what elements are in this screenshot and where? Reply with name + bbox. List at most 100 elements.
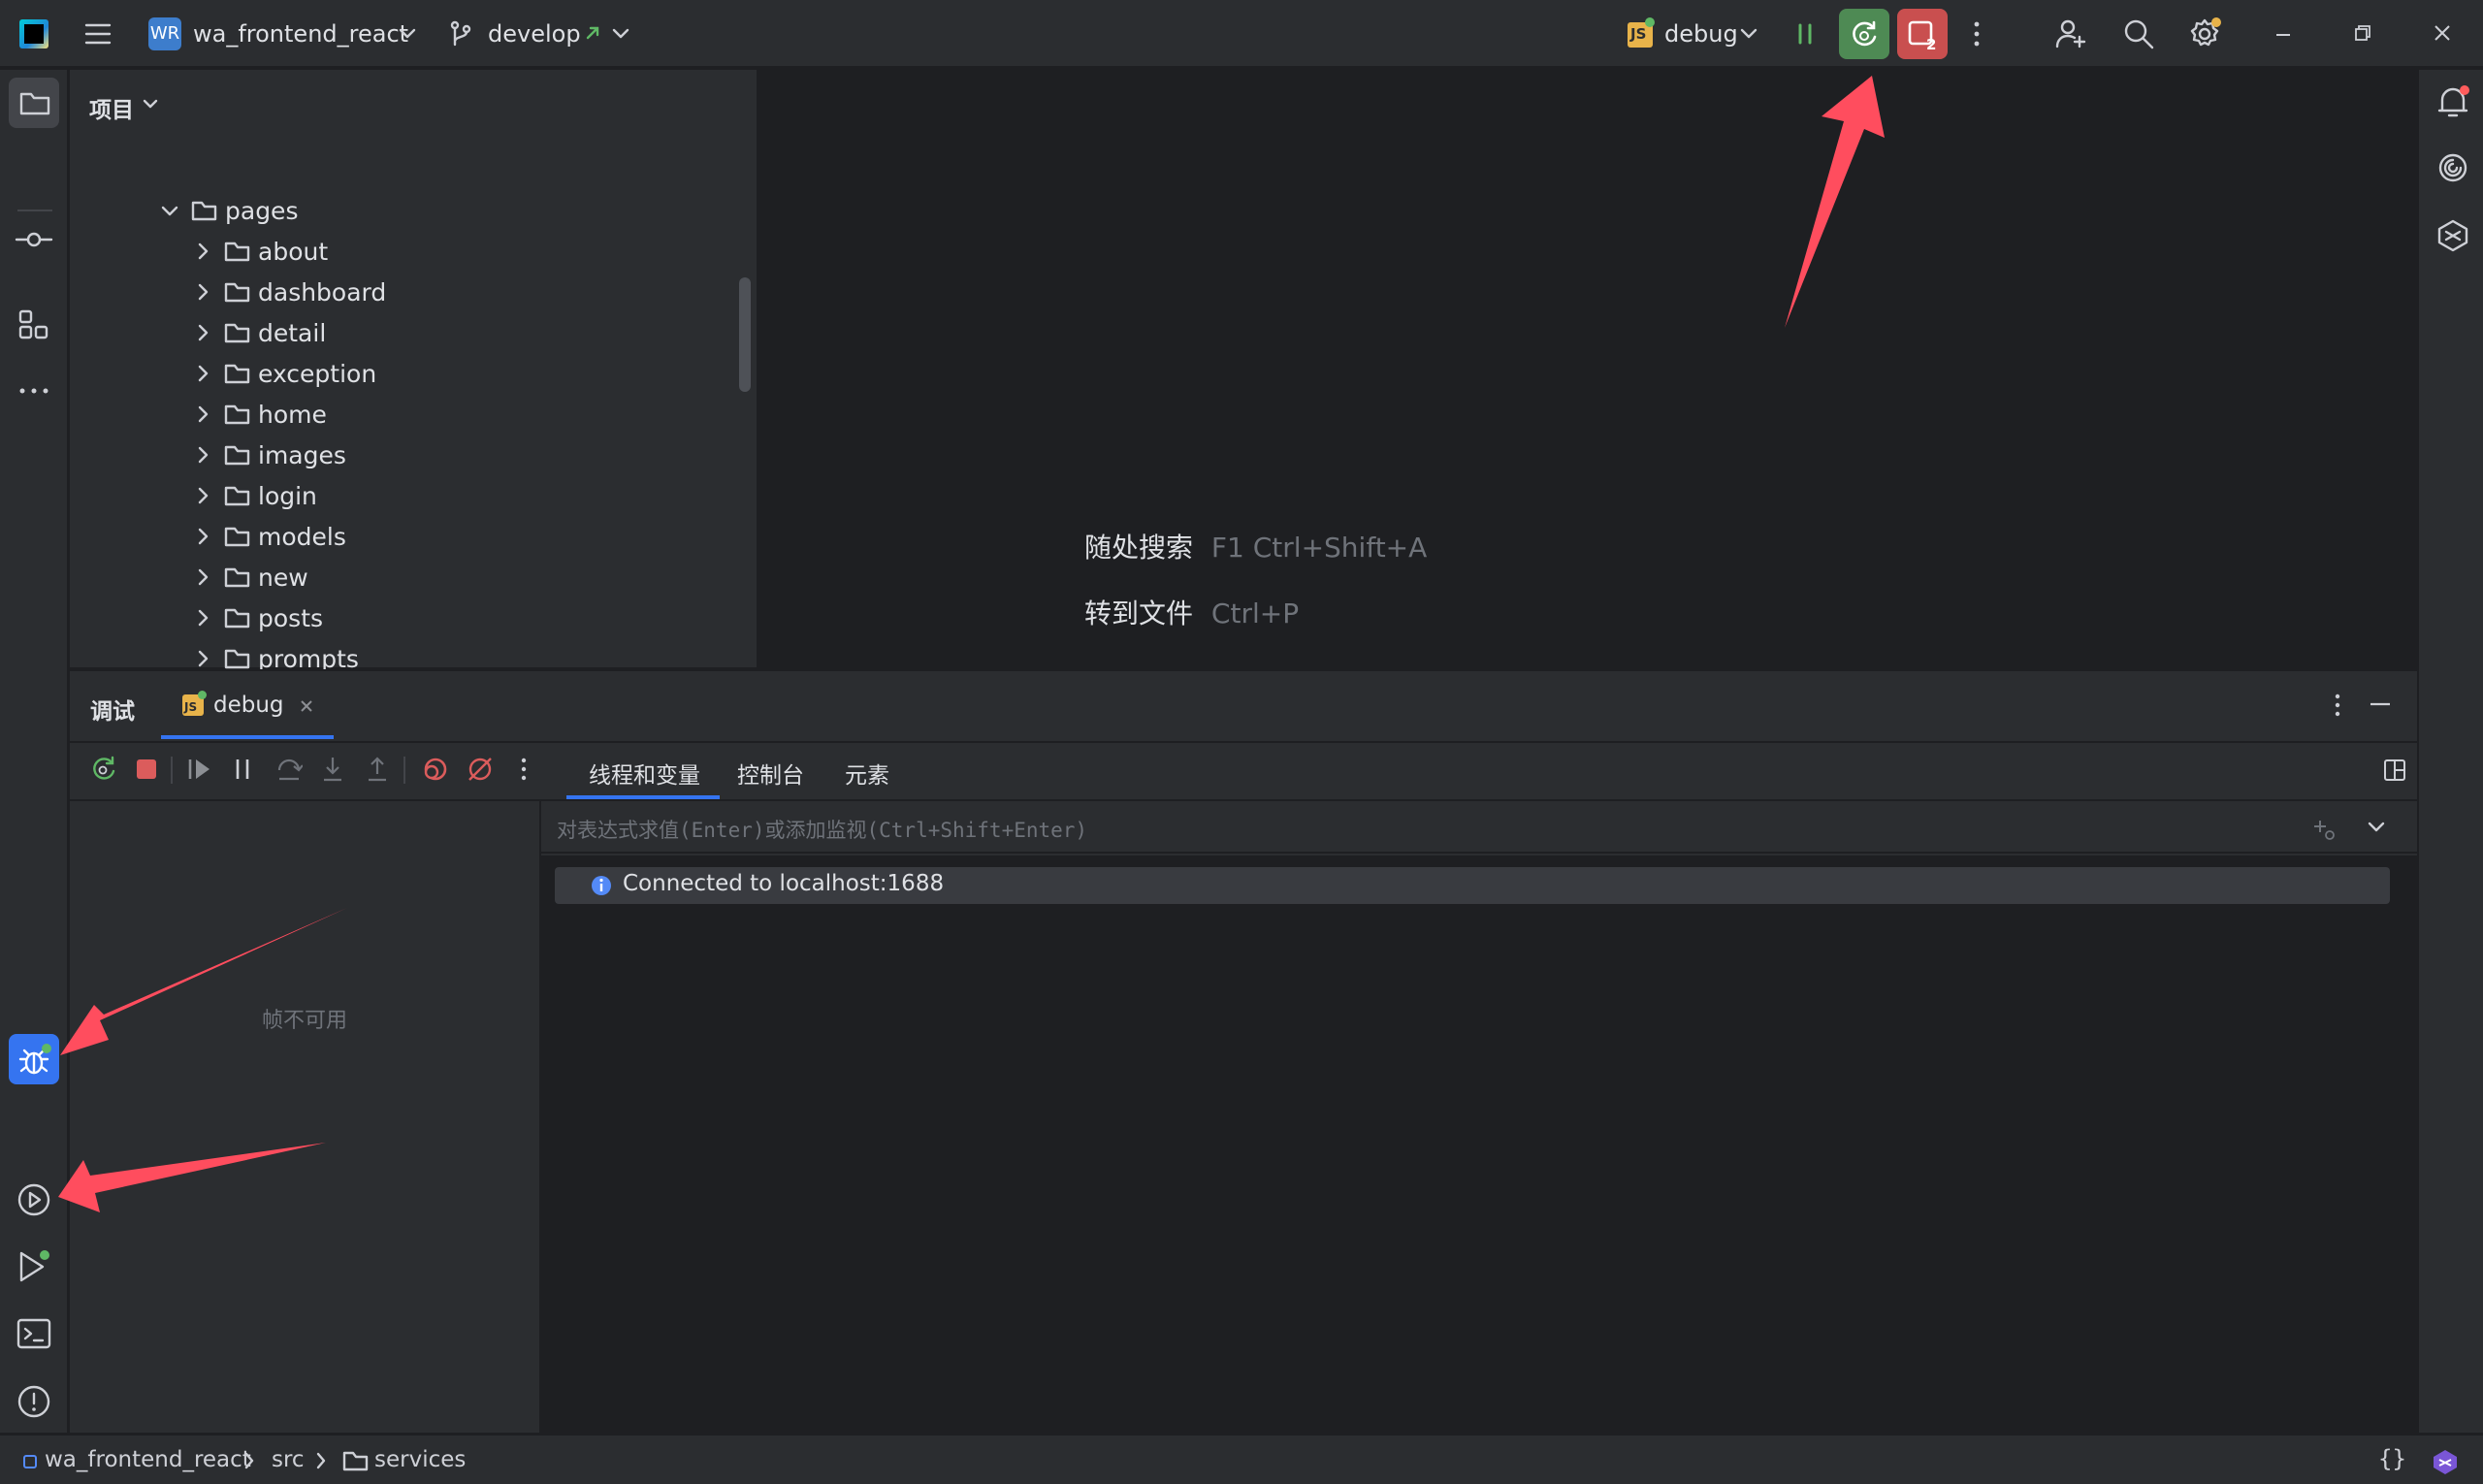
step-out-icon[interactable] (365, 755, 390, 784)
tree-item-label: home (258, 400, 327, 429)
close-tab-icon[interactable] (299, 698, 314, 714)
mute-breakpoints-icon[interactable] (466, 755, 495, 784)
debug-tool-button[interactable] (9, 1034, 59, 1084)
breadcrumb-project[interactable]: wa_frontend_react (45, 1447, 251, 1472)
tree-item[interactable]: exception (192, 353, 376, 394)
chevron-right-icon[interactable] (192, 322, 213, 343)
editor-empty-area: 随处搜索 F1 Ctrl+Shift+A 转到文件 Ctrl+P (758, 70, 2415, 667)
minimize-window-icon[interactable] (2273, 25, 2293, 45)
tree-item-label: new (258, 563, 308, 592)
terminal-tool-icon[interactable] (16, 1317, 52, 1350)
module-icon (23, 1455, 37, 1468)
tab-elements[interactable]: 元素 (845, 757, 889, 790)
chevron-right-icon[interactable] (192, 403, 213, 425)
chevron-right-icon[interactable] (192, 281, 213, 303)
chevron-down-icon[interactable] (398, 25, 417, 43)
project-badge[interactable]: WR (148, 17, 181, 50)
tree-item[interactable]: posts (192, 597, 323, 638)
tree-item-label: dashboard (258, 277, 387, 306)
copilot-icon[interactable] (2435, 217, 2471, 254)
folder-icon (224, 649, 250, 669)
divider (171, 757, 173, 784)
close-window-icon[interactable] (2433, 23, 2452, 43)
chevron-right-icon[interactable] (192, 566, 213, 588)
chevron-down-icon[interactable] (142, 97, 159, 113)
run-config-name[interactable]: debug (1664, 0, 1738, 68)
variables-pane: Connected to localhost:1688 (541, 855, 2417, 1435)
tree-item[interactable]: new (192, 557, 308, 597)
tree-scrollbar[interactable] (739, 277, 751, 392)
tree-item[interactable]: about (192, 231, 328, 272)
hide-panel-icon[interactable] (2369, 694, 2392, 714)
chevron-right-icon[interactable] (192, 241, 213, 262)
hint-label: 随处搜索 (1084, 532, 1194, 564)
view-breakpoints-icon[interactable] (421, 755, 450, 784)
tree-item[interactable]: models (192, 516, 346, 557)
notifications-bell-icon[interactable] (2436, 83, 2471, 120)
more-vertical-icon[interactable] (1971, 19, 1983, 48)
ai-assistant-icon[interactable] (2436, 151, 2469, 184)
project-panel-title[interactable]: 项目 (89, 91, 134, 124)
pause-program-icon[interactable] (1794, 21, 1816, 47)
tree-item[interactable]: detail (192, 312, 326, 353)
tree-item-label: posts (258, 603, 324, 632)
chevron-right-icon[interactable] (192, 526, 213, 547)
tree-item[interactable]: dashboard (192, 272, 386, 312)
code-with-me-icon[interactable] (2054, 17, 2087, 50)
run-tool-icon[interactable] (16, 1247, 54, 1286)
stop-icon[interactable] (134, 757, 159, 782)
tree-item-label: login (258, 481, 317, 510)
chevron-down-icon[interactable] (611, 25, 630, 43)
project-tool-button[interactable] (9, 78, 59, 128)
breadcrumb-src[interactable]: src (272, 1447, 305, 1472)
restore-window-icon[interactable] (2353, 23, 2372, 43)
chevron-right-icon[interactable] (192, 648, 213, 669)
search-icon[interactable] (2122, 17, 2155, 50)
layout-settings-icon[interactable] (2383, 758, 2406, 782)
git-branch-icon[interactable] (449, 20, 472, 48)
evaluate-expression-input[interactable]: 对表达式求值(Enter)或添加监视(Ctrl+Shift+Enter) (541, 801, 2417, 854)
step-over-icon[interactable] (275, 755, 303, 784)
tree-item[interactable]: pages (159, 190, 298, 231)
tab-threads-variables[interactable]: 线程和变量 (589, 757, 700, 790)
chevron-down-icon[interactable] (1739, 25, 1758, 43)
chevron-right-icon[interactable] (192, 363, 213, 384)
chevron-right-icon[interactable] (192, 485, 213, 506)
resume-icon[interactable] (186, 757, 213, 782)
breadcrumb-services[interactable]: services (374, 1447, 466, 1472)
more-vertical-icon[interactable] (2332, 693, 2343, 720)
tab-console[interactable]: 控制台 (737, 757, 804, 790)
webstorm-logo-icon[interactable] (19, 19, 48, 48)
project-name[interactable]: wa_frontend_react (193, 0, 408, 68)
tree-item[interactable]: login (192, 475, 317, 516)
hint-shortcut: Ctrl+P (1210, 597, 1300, 629)
debug-session-label[interactable]: debug (213, 693, 284, 718)
branch-name[interactable]: develop (488, 0, 581, 68)
connected-message: Connected to localhost:1688 (623, 871, 945, 896)
json-formatter-icon[interactable]: {} (2378, 1445, 2406, 1472)
rerun-icon[interactable] (89, 755, 118, 784)
add-watch-icon[interactable] (2312, 817, 2338, 842)
tree-item[interactable]: home (192, 394, 327, 435)
pause-icon[interactable] (231, 757, 254, 782)
tree-item[interactable]: images (192, 435, 346, 475)
chevron-right-icon[interactable] (192, 444, 213, 466)
chevron-down-icon[interactable] (2367, 819, 2386, 836)
svg-text:2: 2 (1926, 36, 1936, 50)
main-menu-icon[interactable] (83, 21, 113, 47)
problems-tool-icon[interactable] (16, 1383, 52, 1420)
stop-button[interactable]: 2 (1897, 9, 1948, 59)
rerun-debug-button[interactable] (1839, 9, 1889, 59)
commit-tool-icon[interactable] (14, 225, 54, 254)
chevron-right-icon[interactable] (192, 607, 213, 629)
debug-window-title: 调试 (90, 699, 135, 725)
services-tool-icon[interactable] (16, 1181, 52, 1218)
structure-tool-icon[interactable] (17, 308, 50, 341)
copilot-status-icon[interactable] (2431, 1447, 2460, 1476)
right-tool-strip (2417, 70, 2483, 1433)
chevron-down-icon[interactable] (159, 200, 180, 221)
more-vertical-icon[interactable] (518, 757, 530, 782)
step-into-icon[interactable] (320, 755, 345, 784)
more-tools-icon[interactable] (17, 385, 50, 397)
settings-gear-icon[interactable] (2188, 16, 2223, 50)
